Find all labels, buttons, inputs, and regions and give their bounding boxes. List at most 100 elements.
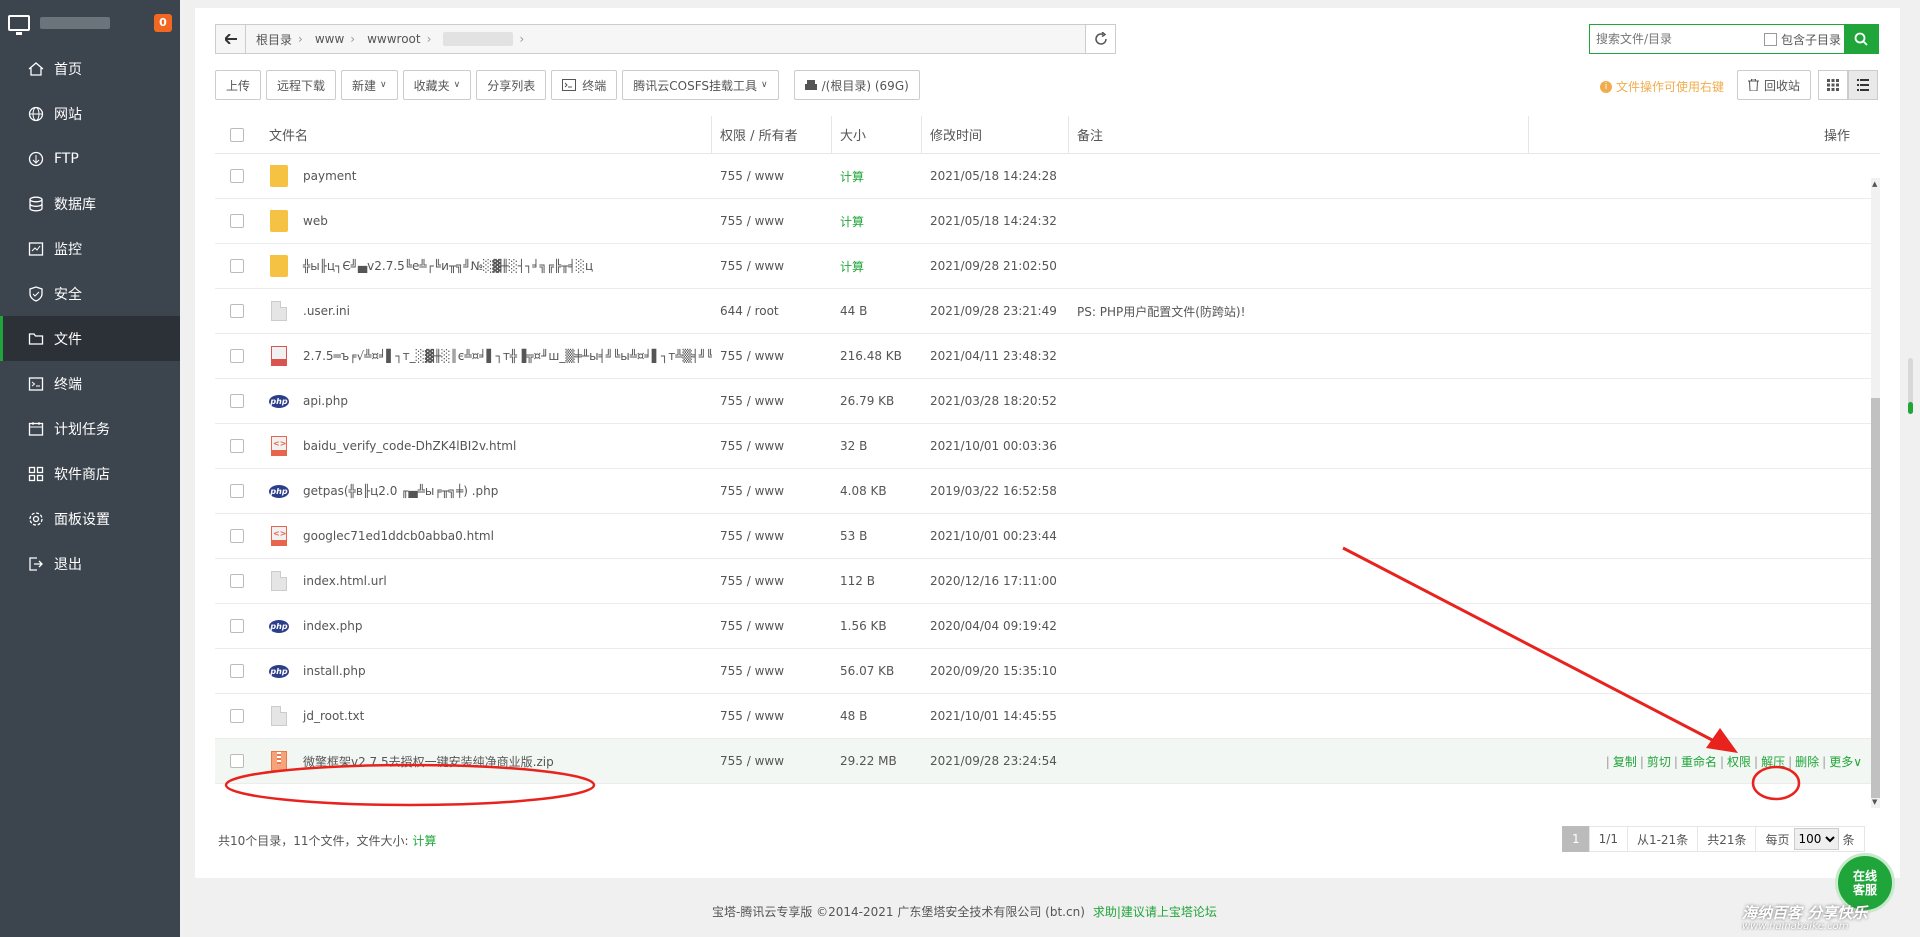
file-permission[interactable]: 755 / www (712, 259, 832, 273)
file-size[interactable]: 计算 (832, 168, 922, 185)
table-row[interactable]: index.html.url 755 / www 112 B 2020/12/16 1… (215, 559, 1880, 604)
recycle-bin-button[interactable]: 回收站 (1737, 70, 1812, 100)
scroll-up-icon[interactable]: ▲ (1872, 180, 1877, 188)
terminal-button[interactable]: 终端 (551, 70, 618, 100)
crumb-wwwroot[interactable]: wwwroot (367, 32, 421, 46)
file-name-cell[interactable]: web (255, 210, 712, 232)
sidebar-item-1[interactable]: 网站 (0, 91, 180, 136)
upload-button[interactable]: 上传 (215, 70, 262, 100)
search-input[interactable] (1590, 25, 1760, 53)
file-name-cell[interactable]: index.html.url (255, 570, 712, 592)
scroll-down-icon[interactable]: ▼ (1872, 798, 1877, 806)
sidebar-item-3[interactable]: 数据库 (0, 181, 180, 226)
refresh-button[interactable] (1085, 25, 1115, 53)
cosfs-dropdown[interactable]: 腾讯云COSFS挂载工具 ∨ (622, 70, 779, 100)
sidebar-item-0[interactable]: 首页 (0, 46, 180, 91)
row-checkbox[interactable] (230, 709, 244, 723)
new-dropdown[interactable]: 新建 ∨ (341, 70, 398, 100)
sidebar-item-9[interactable]: 软件商店 (0, 451, 180, 496)
more-link[interactable]: 更多∨ (1829, 755, 1862, 769)
table-row[interactable]: jd_root.txt 755 / www 48 B 2021/10/01 14:45… (215, 694, 1880, 739)
file-name-cell[interactable]: jd_root.txt (255, 705, 712, 727)
crumb-root[interactable]: 根目录 (256, 31, 292, 48)
subdir-checkbox[interactable] (1764, 32, 1777, 46)
sidebar-item-10[interactable]: 面板设置 (0, 496, 180, 541)
file-name-cell[interactable]: baidu_verify_code-DhZK4lBI2v.html (255, 435, 712, 457)
sidebar-item-11[interactable]: 退出 (0, 541, 180, 586)
row-checkbox[interactable] (230, 394, 244, 408)
file-name-cell[interactable]: php install.php (255, 660, 712, 682)
sidebar-item-6[interactable]: 文件 (0, 316, 180, 361)
file-permission[interactable]: 755 / www (712, 529, 832, 543)
disk-button[interactable]: /(根目录) (69G) (793, 70, 920, 100)
file-name[interactable]: googlec71ed1ddcb0abba0.html (303, 529, 494, 543)
row-checkbox[interactable] (230, 439, 244, 453)
unzip-link[interactable]: 解压 (1761, 755, 1785, 769)
file-name[interactable]: 微擎框架v2.7.5去授权一键安装纯净商业版.zip (303, 753, 554, 770)
row-checkbox[interactable] (230, 574, 244, 588)
favorites-dropdown[interactable]: 收藏夹 ∨ (402, 70, 472, 100)
row-checkbox[interactable] (230, 754, 244, 768)
select-all-checkbox[interactable] (230, 127, 244, 142)
scrollbar-thumb[interactable] (1871, 398, 1880, 798)
file-name-cell[interactable]: googlec71ed1ddcb0abba0.html (255, 525, 712, 547)
crumb-redacted[interactable] (443, 32, 514, 46)
file-name-cell[interactable]: payment (255, 165, 712, 187)
summary-calc-link[interactable]: 计算 (412, 834, 436, 848)
table-row[interactable]: php index.php 755 / www 1.56 KB 2020/04/04 0… (215, 604, 1880, 649)
copy-link[interactable]: 复制 (1613, 755, 1637, 769)
row-checkbox[interactable] (230, 304, 244, 318)
file-permission[interactable]: 755 / www (712, 214, 832, 228)
share-list-button[interactable]: 分享列表 (476, 70, 547, 100)
delete-link[interactable]: 删除 (1795, 755, 1819, 769)
file-name[interactable]: api.php (303, 394, 348, 408)
file-note[interactable]: PS: PHP用户配置文件(防跨站)! (1069, 303, 1469, 320)
sidebar-item-7[interactable]: 终端 (0, 361, 180, 406)
sidebar-item-5[interactable]: 安全 (0, 271, 180, 316)
sidebar-item-2[interactable]: FTP (0, 136, 180, 181)
file-permission[interactable]: 755 / www (712, 574, 832, 588)
file-name[interactable]: install.php (303, 664, 366, 678)
col-size[interactable]: 大小 (832, 115, 922, 154)
row-checkbox[interactable] (230, 259, 244, 273)
row-checkbox[interactable] (230, 349, 244, 363)
table-row[interactable]: googlec71ed1ddcb0abba0.html 755 / www 53 B… (215, 514, 1880, 559)
file-name-cell[interactable]: .user.ini (255, 300, 712, 322)
file-name[interactable]: .user.ini (303, 304, 350, 318)
back-button[interactable] (216, 25, 246, 53)
file-name-cell[interactable]: 2.7.5═ъ╒√╩¤╛▌┐т_░▓╫░║є╩¤╛▌┐т╬▐╦¤╜ш_▒╪╨ы╡… (255, 345, 712, 367)
include-subdir-toggle[interactable]: 包含子目录 (1764, 31, 1841, 48)
file-permission[interactable]: 644 / root (712, 304, 832, 318)
table-row[interactable]: web 755 / www 计算 2021/05/18 14:24:32 (215, 199, 1880, 244)
table-row[interactable]: php getpas(╬в╟ц2.0 ╓▄╩ы╒╥╗╪) .php 755 / ww… (215, 469, 1880, 514)
file-permission[interactable]: 755 / www (712, 664, 832, 678)
file-size[interactable]: 计算 (832, 213, 922, 230)
file-name-cell[interactable]: php api.php (255, 390, 712, 412)
file-name[interactable]: index.php (303, 619, 362, 633)
row-checkbox[interactable] (230, 664, 244, 678)
table-row[interactable]: payment 755 / www 计算 2021/05/18 14:24:28 (215, 154, 1880, 199)
file-permission[interactable]: 755 / www (712, 754, 832, 768)
file-name-cell[interactable]: php index.php (255, 615, 712, 637)
row-checkbox[interactable] (230, 484, 244, 498)
file-name[interactable]: payment (303, 169, 356, 183)
file-name-cell[interactable]: ╬ы╟ц┐Є╝▄v2.7.5╚е╩┌╚и╥╗╝№░▓╫░┤┐╛╗╔╠╥╡░ц (255, 255, 712, 277)
cut-link[interactable]: 剪切 (1647, 755, 1671, 769)
row-checkbox[interactable] (230, 529, 244, 543)
crumb-www[interactable]: www (315, 32, 344, 46)
table-row[interactable]: 微擎框架v2.7.5去授权一键安装纯净商业版.zip 755 / www 29.22… (215, 739, 1880, 784)
remote-download-button[interactable]: 远程下载 (266, 70, 337, 100)
file-permission[interactable]: 755 / www (712, 709, 832, 723)
grid-view-button[interactable] (1818, 70, 1848, 100)
notification-badge[interactable]: 0 (154, 14, 172, 32)
file-permission[interactable]: 755 / www (712, 349, 832, 363)
file-permission[interactable]: 755 / www (712, 169, 832, 183)
page-current[interactable]: 1 (1562, 826, 1590, 852)
sidebar-item-4[interactable]: 监控 (0, 226, 180, 271)
table-row[interactable]: baidu_verify_code-DhZK4lBI2v.html 755 / w… (215, 424, 1880, 469)
per-page-select[interactable]: 100 (1793, 828, 1839, 850)
rename-link[interactable]: 重命名 (1681, 755, 1717, 769)
table-row[interactable]: .user.ini 644 / root 44 B 2021/09/28 23:21:… (215, 289, 1880, 334)
file-name[interactable]: 2.7.5═ъ╒√╩¤╛▌┐т_░▓╫░║є╩¤╛▌┐т╬▐╦¤╜ш_▒╪╨ы╡… (303, 349, 712, 363)
file-name-cell[interactable]: 微擎框架v2.7.5去授权一键安装纯净商业版.zip (255, 750, 712, 772)
